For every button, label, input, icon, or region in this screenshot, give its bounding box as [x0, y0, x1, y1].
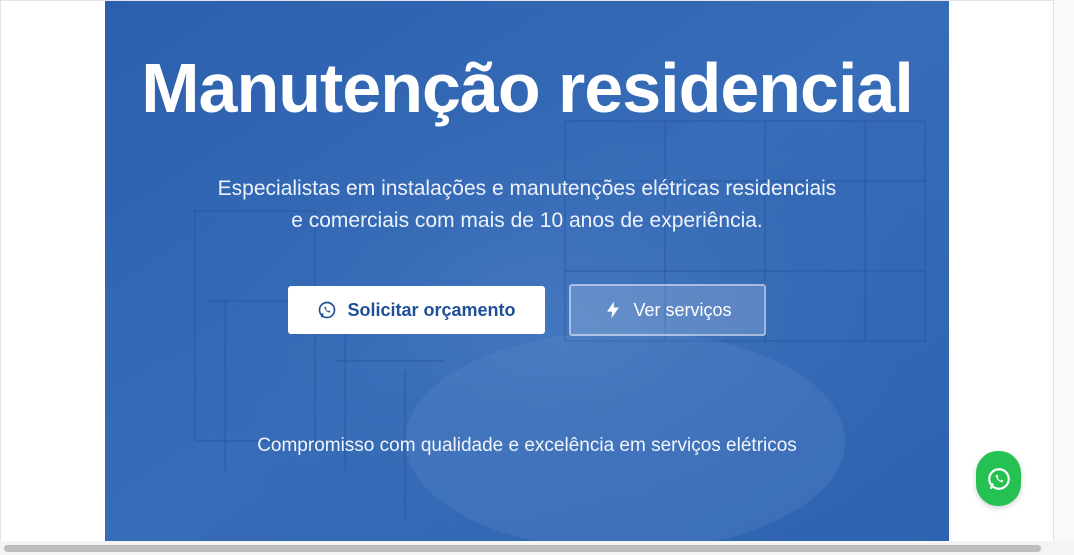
horizontal-scrollbar[interactable] — [0, 541, 1074, 555]
view-services-button[interactable]: Ver serviços — [569, 284, 766, 336]
request-quote-button[interactable]: Solicitar orçamento — [288, 286, 545, 334]
request-quote-label: Solicitar orçamento — [347, 299, 516, 320]
view-services-label: Ver serviços — [633, 299, 732, 320]
hero-subtitle-line-1: Especialistas em instalações e manutençõ… — [217, 177, 837, 200]
hero-section: Manutenção residencial Especialistas em … — [105, 1, 949, 541]
whatsapp-floating-button[interactable] — [976, 451, 1021, 506]
scroll-gutter — [1054, 0, 1074, 555]
whatsapp-icon — [317, 300, 337, 320]
hero-title: Manutenção residencial — [141, 49, 914, 127]
hero-subtitle-line-2: e comerciais com mais de 10 anos de expe… — [291, 209, 763, 232]
lightning-icon — [603, 300, 623, 320]
hero-tagline: Compromisso com qualidade e excelência e… — [257, 435, 797, 456]
hero-subtitle: Especialistas em instalações e manutençõ… — [165, 173, 889, 237]
whatsapp-icon — [987, 467, 1010, 490]
scrollbar-thumb[interactable] — [4, 545, 1041, 552]
